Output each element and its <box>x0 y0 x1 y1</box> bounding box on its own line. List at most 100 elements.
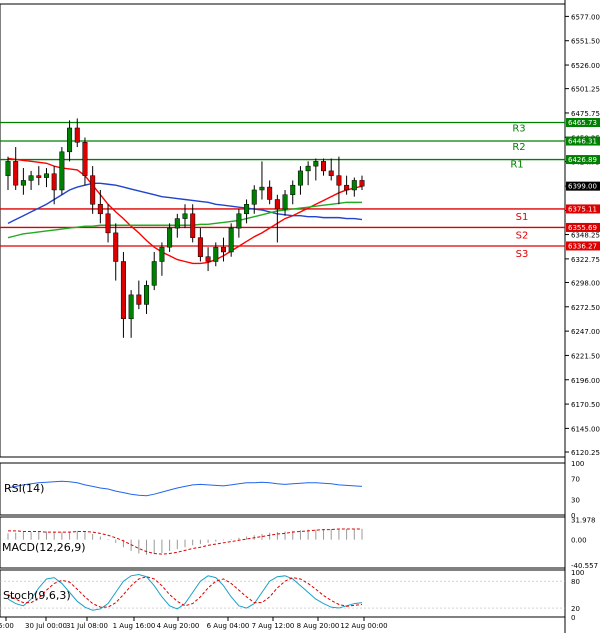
resistance-price-tag: 6426.89 <box>568 156 597 164</box>
price-tick-label: 6348.25 <box>571 232 600 240</box>
support-price-tag: 6336.27 <box>568 242 597 250</box>
resistance-label: R2 <box>512 142 525 153</box>
candle-body <box>297 170 303 186</box>
candle-body <box>105 213 111 234</box>
rsi-line <box>7 480 363 497</box>
candle-body <box>67 127 73 153</box>
rsi-label: RSI(14) <box>4 482 44 495</box>
macd-tick-label: 31.978 <box>571 517 596 525</box>
candle-body <box>359 180 365 187</box>
candle-body <box>205 256 211 262</box>
candle-body <box>220 246 226 253</box>
price-tick-label: 6501.25 <box>571 86 600 94</box>
stoch-tick-label: 0 <box>571 614 575 622</box>
candle-body <box>251 189 257 205</box>
macd-label: MACD(12,26,9) <box>2 541 86 554</box>
rsi-tick-label: 30 <box>571 496 580 504</box>
time-tick-label: 7 Aug 12:00 <box>252 622 295 630</box>
price-tick-label: 6526.00 <box>571 62 600 70</box>
candle-body <box>328 170 334 176</box>
chart-canvas: 6577.006551.506526.006501.256475.756450.… <box>0 0 600 633</box>
stoch-tick-label: 100 <box>571 569 584 577</box>
candle-body <box>113 232 119 262</box>
time-tick-label: 8 Aug 20:00 <box>297 622 340 630</box>
price-tick-label: 6221.50 <box>571 352 600 360</box>
candle-body <box>236 213 242 229</box>
macd-tick-label: 0.00 <box>571 537 587 545</box>
price-tick-label: 6196.00 <box>571 377 600 385</box>
support-label: S1 <box>516 212 529 223</box>
stoch-label: Stoch(9,6,3) <box>3 589 71 602</box>
time-tick-label: 12 Aug 00:00 <box>340 622 387 630</box>
resistance-price-tag: 6465.73 <box>568 119 597 127</box>
candle-body <box>336 175 342 186</box>
price-tick-label: 6170.50 <box>571 401 600 409</box>
candle-body <box>274 199 280 210</box>
candle-body <box>313 161 319 167</box>
candle-body <box>197 237 203 257</box>
time-tick-label: 1 Aug 16:00 <box>113 622 156 630</box>
time-tick-label: 5:00 <box>0 622 14 630</box>
price-tick-label: 6577.00 <box>571 13 600 21</box>
time-tick-label: 4 Aug 20:00 <box>157 622 200 630</box>
price-tick-label: 6298.00 <box>571 279 600 287</box>
rsi-tick-label: 100 <box>571 460 584 468</box>
resistance-label: R3 <box>512 124 525 135</box>
candle-body <box>28 175 34 181</box>
price-tick-label: 6475.75 <box>571 110 600 118</box>
candle-body <box>351 180 357 191</box>
time-tick-label: 6 Aug 04:00 <box>207 622 250 630</box>
candle-body <box>244 204 250 215</box>
resistance-label: R1 <box>510 160 523 171</box>
candle-body <box>213 246 219 262</box>
current-price-tag: 6399.00 <box>568 183 597 191</box>
candle-body <box>128 294 134 319</box>
candle-body <box>82 142 88 176</box>
candle-body <box>167 227 173 248</box>
resistance-price-tag: 6446.31 <box>568 138 597 146</box>
price-tick-label: 6247.00 <box>571 328 600 336</box>
support-label: S2 <box>516 230 529 241</box>
indicator-frame-0 <box>0 462 566 516</box>
candle-body <box>190 213 196 238</box>
stoch-tick-label: 20 <box>571 605 580 613</box>
candle-body <box>159 246 165 262</box>
support-price-tag: 6375.11 <box>568 205 597 213</box>
candle-body <box>321 161 327 172</box>
candle-body <box>344 184 350 191</box>
price-tick-label: 6272.50 <box>571 304 600 312</box>
candle-body <box>144 285 150 305</box>
candle-body <box>267 186 273 200</box>
price-tick-label: 6551.50 <box>571 38 600 46</box>
time-tick-label: 31 Jul 08:00 <box>66 622 108 630</box>
candle-body <box>90 175 96 205</box>
candle-body <box>136 294 142 305</box>
candle-body <box>13 161 19 186</box>
candle-body <box>74 127 80 143</box>
candle-body <box>120 261 126 319</box>
candle-body <box>97 204 103 215</box>
candle-body <box>259 186 265 191</box>
price-tick-label: 6120.25 <box>571 449 600 457</box>
candle-body <box>36 175 42 178</box>
candle-body <box>228 227 234 253</box>
candle-body <box>182 213 188 219</box>
main-plot-frame <box>0 3 566 458</box>
candle-body <box>20 180 26 186</box>
candle-body <box>51 173 57 191</box>
candle-body <box>5 161 11 176</box>
price-tick-label: 6322.75 <box>571 256 600 264</box>
indicator-frame-2 <box>0 569 566 618</box>
time-tick-label: 30 Jul 00:00 <box>25 622 67 630</box>
stoch-tick-label: 80 <box>571 578 580 586</box>
candle-body <box>174 218 180 229</box>
support-label: S3 <box>516 249 529 260</box>
candle-body <box>43 173 49 178</box>
support-price-tag: 6355.69 <box>568 224 597 232</box>
candle-body <box>290 184 296 195</box>
price-tick-label: 6145.00 <box>571 425 600 433</box>
candle-body <box>59 151 65 191</box>
candle-body <box>151 261 157 286</box>
candle-body <box>282 194 288 210</box>
rsi-tick-label: 70 <box>571 476 580 484</box>
